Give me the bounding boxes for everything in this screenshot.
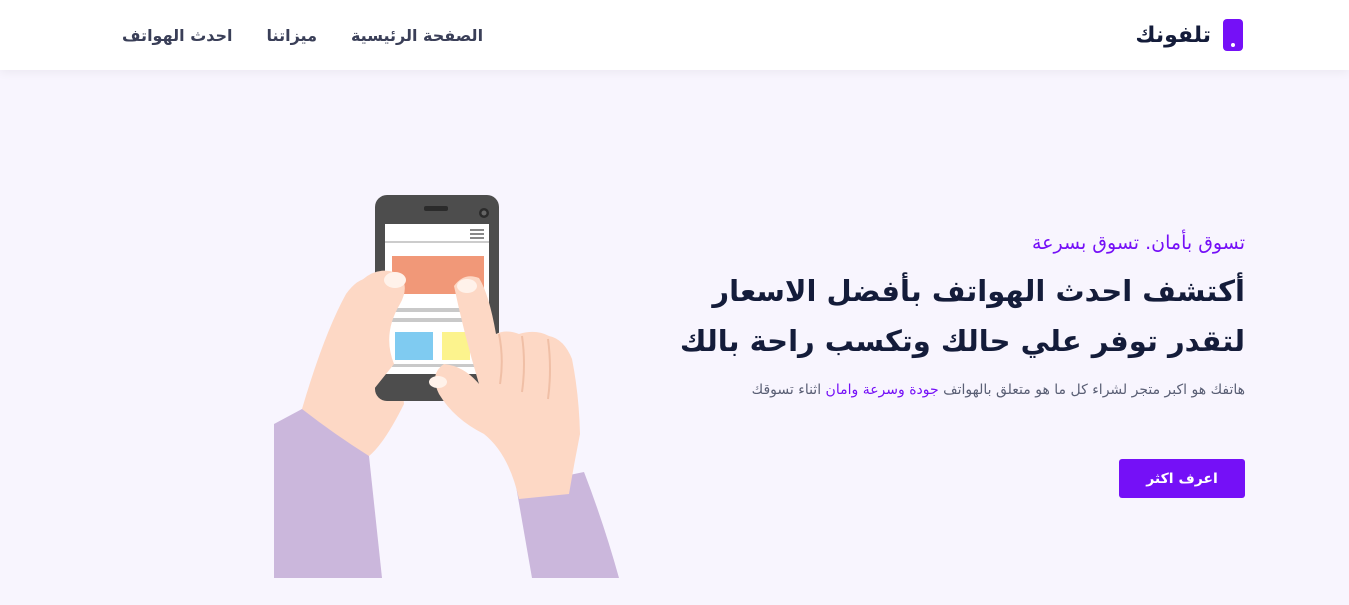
hero-headline: أكتشف احدث الهواتف بأفضل الاسعار لتقدر ت… — [675, 266, 1245, 366]
brand-name: تلفونك — [1135, 22, 1211, 48]
hero-tagline: تسوق بأمان. تسوق بسرعة — [1032, 232, 1245, 254]
hero-description: هاتفك هو اكبر متجر لشراء كل ما هو متعلق … — [675, 378, 1245, 403]
site-header: تلفونك الصفحة الرئيسية ميزاتنا احدث الهو… — [0, 0, 1349, 70]
desc-text: هاتفك هو اكبر متجر لشراء كل ما هو متعلق … — [938, 382, 1245, 398]
nav-latest-phones[interactable]: احدث الهواتف — [122, 26, 233, 45]
brand-logo[interactable]: تلفونك — [1135, 19, 1243, 51]
headline-line-1: أكتشف احدث الهواتف بأفضل الاسعار — [712, 274, 1245, 308]
headline-line-2: لتقدر توفر علي حالك وتكسب راحة بالك — [679, 324, 1245, 358]
hero-text: تسوق بأمان. تسوق بسرعة أكتشف احدث الهوات… — [675, 232, 1245, 403]
hands-holding-phone-illustration — [274, 195, 619, 578]
learn-more-button[interactable]: اعرف اكثر — [1119, 459, 1245, 498]
main-nav: الصفحة الرئيسية ميزاتنا احدث الهواتف — [122, 26, 483, 45]
nav-features[interactable]: ميزاتنا — [267, 26, 317, 45]
phone-icon — [1223, 19, 1243, 51]
desc-highlight: جودة وسرعة وامان — [825, 382, 939, 398]
desc-text-end: اثناء تسوقك — [751, 382, 826, 398]
nav-home[interactable]: الصفحة الرئيسية — [351, 26, 483, 45]
